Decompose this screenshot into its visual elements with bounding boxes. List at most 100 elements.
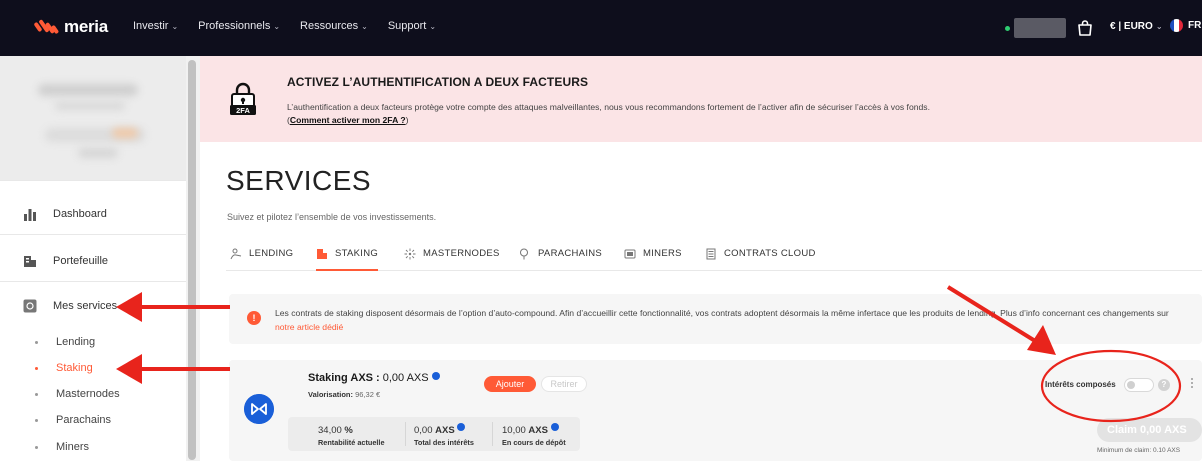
add-button[interactable]: Ajouter (484, 376, 536, 392)
bullet-icon (35, 445, 38, 449)
sidebar-subitem-label: Masternodes (56, 388, 120, 400)
dedicated-article-link[interactable]: notre article dédié (275, 322, 343, 332)
valuation-label: Valorisation: (308, 390, 354, 399)
stat-unit: AXS (528, 425, 548, 436)
stat-label: Rentabilité actuelle (318, 438, 385, 447)
tab-miners[interactable]: MINERS (624, 248, 682, 271)
nav-item-ressources[interactable]: Ressources ⌄ (300, 20, 368, 32)
online-status-dot (1005, 25, 1010, 31)
chevron-down-icon: ⌄ (1155, 22, 1163, 31)
two-factor-banner (200, 56, 1202, 142)
services-icon (23, 299, 37, 313)
sidebar-subitem-lending[interactable]: Lending (0, 329, 186, 355)
sidebar-item-portefeuille[interactable]: Portefeuille (0, 241, 186, 281)
chevron-down-icon: ⌄ (273, 21, 281, 31)
sidebar-subitem-staking[interactable]: Staking (0, 355, 186, 381)
masternodes-icon (404, 248, 416, 260)
tab-label: PARACHAINS (538, 248, 603, 259)
tab-staking[interactable]: STAKING (316, 248, 379, 271)
language-selector[interactable]: FR (1170, 19, 1201, 32)
nav-item-label: Professionnels (198, 20, 271, 32)
sidebar-subitem-masternodes[interactable]: Masternodes (0, 381, 186, 407)
parachains-icon (520, 248, 528, 260)
banner-link-row: (Comment activer mon 2FA ?) (287, 115, 408, 125)
sidebar-subitem-label: Staking (56, 362, 93, 374)
svg-text:2FA: 2FA (236, 106, 250, 115)
tab-label: MINERS (643, 248, 682, 259)
main-nav: Investir ⌄ Professionnels ⌄ Ressources ⌄ Su… (133, 20, 436, 32)
bullet-icon (35, 366, 38, 370)
nav-item-label: Investir (133, 20, 169, 32)
axs-badge-icon (550, 423, 559, 431)
tab-contrats-cloud[interactable]: CONTRATS CLOUD (705, 248, 816, 271)
compound-interest-toggle[interactable] (1124, 378, 1154, 392)
axs-badge-icon (431, 372, 440, 380)
nav-item-label: Ressources (300, 20, 359, 32)
bullet-icon (35, 340, 38, 344)
staking-title: Staking AXS : 0,00 AXS (308, 372, 440, 384)
axs-token-icon (244, 394, 274, 424)
nav-item-support[interactable]: Support ⌄ (388, 20, 436, 32)
paren-close: ) (405, 115, 409, 125)
bullet-icon (35, 392, 38, 396)
alert-icon: ! (247, 311, 261, 325)
sidebar-item-mes-services[interactable]: Mes services (0, 286, 186, 326)
page-title: SERVICES (226, 165, 372, 196)
bar-chart-icon (24, 209, 36, 221)
france-flag-icon (1170, 19, 1183, 32)
nav-item-label: Support (387, 20, 427, 32)
tab-parachains[interactable]: PARACHAINS (519, 248, 602, 271)
how-to-enable-2fa-link[interactable]: Comment activer mon 2FA ? (290, 115, 406, 125)
axs-badge-icon (457, 423, 466, 431)
tab-label: STAKING (335, 248, 379, 259)
sidebar-subitem-label: Parachains (56, 414, 112, 426)
staking-icon (317, 249, 327, 259)
meria-logo[interactable]: meria (33, 17, 108, 37)
stat-value: 10,00 (502, 425, 526, 436)
sidebar-subitem-label: Lending (56, 336, 96, 348)
sidebar-item-label: Dashboard (53, 208, 107, 220)
stat-divider (405, 422, 406, 446)
staking-title-prefix: Staking AXS : (308, 372, 380, 384)
brand-name: meria (64, 17, 108, 36)
currency-label: € | EURO (1110, 21, 1153, 32)
sidebar-item-dashboard[interactable]: Dashboard (0, 194, 186, 234)
help-icon[interactable]: ? (1158, 379, 1170, 391)
miners-icon (624, 249, 636, 259)
currency-selector[interactable]: € | EURO ⌄ (1110, 21, 1163, 32)
tab-label: MASTERNODES (423, 248, 500, 259)
redacted-account-name (1014, 18, 1066, 38)
top-navigation-bar: meria Investir ⌄ Professionnels ⌄ Ressourc… (0, 0, 1202, 56)
more-options-icon[interactable] (1190, 376, 1194, 394)
sidebar-divider (0, 281, 186, 282)
stat-label: En cours de dépôt (502, 438, 566, 447)
blurred-profile-card (0, 56, 186, 180)
sidebar-subitem-parachains[interactable]: Parachains (0, 407, 186, 433)
banner-text: L’authentification a deux facteurs protè… (287, 102, 930, 112)
stat-divider (492, 422, 493, 446)
stat-unit: % (344, 425, 353, 436)
tab-lending[interactable]: LENDING (230, 248, 293, 271)
chevron-down-icon: ⌄ (429, 21, 437, 31)
stat-value: 34,00 (318, 425, 342, 436)
chevron-down-icon: ⌄ (361, 21, 368, 31)
nav-item-professionnels[interactable]: Professionnels ⌄ (198, 20, 280, 32)
shopping-bag-icon[interactable] (1075, 18, 1095, 38)
account-area[interactable] (1005, 18, 1066, 38)
minimum-claim-note: Minimum de claim: 0.10 AXS (1097, 447, 1181, 454)
withdraw-button[interactable]: Retirer (541, 376, 587, 392)
staked-amount: 0,00 AXS (382, 372, 429, 384)
bullet-icon (35, 418, 38, 422)
page-subtitle: Suivez et pilotez l’ensemble de vos inve… (227, 212, 437, 222)
sidebar-subitem-miners[interactable]: Miners (0, 434, 186, 460)
tab-label: CONTRATS CLOUD (724, 248, 816, 259)
info-text: Les contrats de staking disposent désorm… (275, 306, 1175, 334)
claim-button[interactable]: Claim 0,00 AXS (1097, 418, 1202, 442)
valuation: Valorisation: 96,32 € (308, 390, 380, 399)
sidebar-subitem-label: Miners (56, 441, 90, 453)
sidebar-divider (0, 180, 186, 181)
nav-item-investir[interactable]: Investir ⌄ (133, 20, 178, 32)
tab-masternodes[interactable]: MASTERNODES (404, 248, 500, 271)
lending-icon (230, 248, 242, 260)
sidebar-scrollbar-thumb[interactable] (188, 60, 196, 460)
